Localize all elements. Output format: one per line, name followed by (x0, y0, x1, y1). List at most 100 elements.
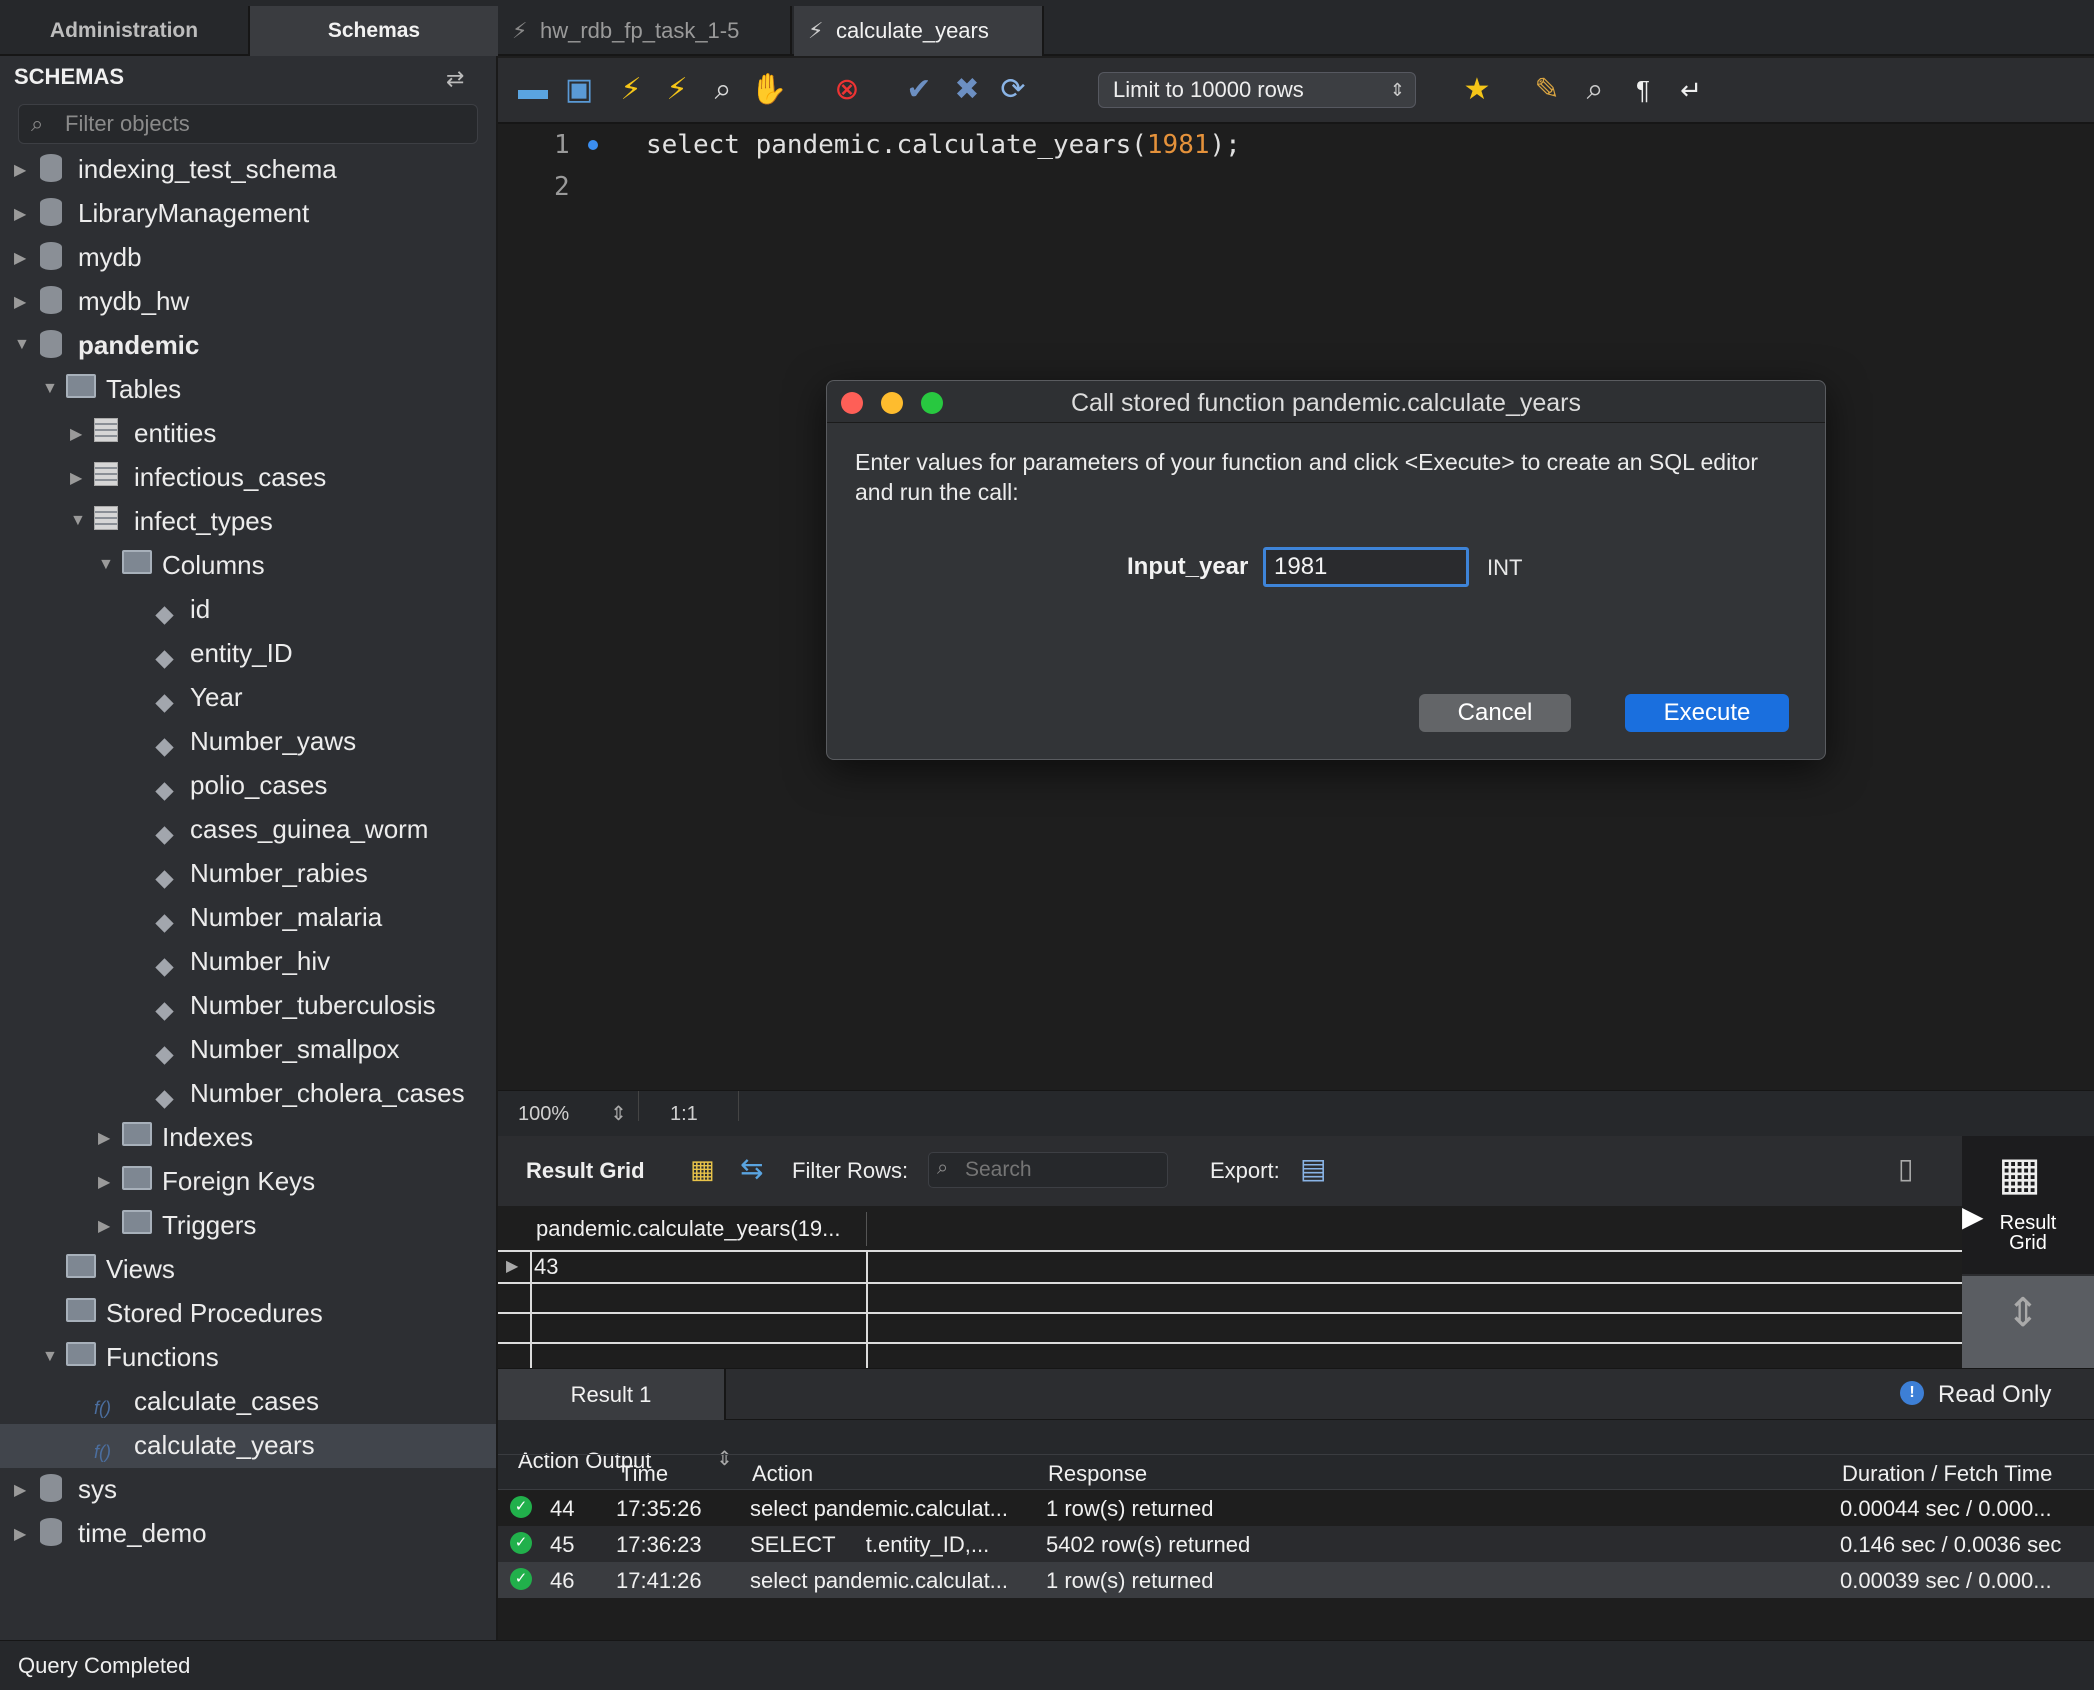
limit-rows-select[interactable]: Limit to 10000 rows ⇕ (1098, 72, 1416, 108)
save-icon[interactable]: ▣ (560, 70, 598, 110)
refresh-icon[interactable]: ⇄ (446, 66, 464, 92)
find-icon[interactable]: ⌕ (1576, 70, 1614, 110)
tree-item-schema[interactable]: ▶ LibraryManagement (0, 192, 496, 236)
expand-arrow-icon[interactable]: ▶ (70, 424, 82, 444)
tab-administration[interactable]: Administration (0, 6, 250, 56)
filter-objects-field[interactable]: ⌕ (18, 104, 478, 144)
scroll-views-button[interactable]: ⇕ (1962, 1276, 2094, 1368)
collapse-arrow-icon[interactable]: ▼ (98, 556, 114, 574)
column-header[interactable]: Duration / Fetch Time (1842, 1461, 2052, 1487)
tree-item-folder[interactable]: ▶ Indexes (0, 1116, 496, 1160)
tree-item-column[interactable]: id (0, 588, 496, 632)
expand-arrow-icon[interactable]: ▶ (98, 1172, 110, 1192)
tab-hw-rdb-fp-task[interactable]: ⚡ hw_rdb_fp_task_1-5 (498, 6, 792, 56)
expand-arrow-icon[interactable]: ▶ (70, 468, 82, 488)
tree-item-schema[interactable]: ▶ indexing_test_schema (0, 148, 496, 192)
tree-item-folder[interactable]: ▼ Functions (0, 1336, 496, 1380)
tree-item-column[interactable]: Number_rabies (0, 852, 496, 896)
stop-icon[interactable]: ✋ (750, 70, 788, 110)
filter-rows-search[interactable]: ⌕ (928, 1152, 1168, 1188)
tree-item-column[interactable]: entity_ID (0, 632, 496, 676)
collapse-arrow-icon[interactable]: ▼ (14, 336, 30, 354)
tree-item-column[interactable]: Number_tuberculosis (0, 984, 496, 1028)
expand-arrow-icon[interactable]: ▶ (14, 160, 26, 180)
tab-result-1[interactable]: Result 1 (498, 1369, 726, 1421)
execute-button[interactable]: Execute (1625, 694, 1789, 732)
cell-value[interactable]: 43 (534, 1254, 558, 1280)
tree-item-function[interactable]: f() calculate_cases (0, 1380, 496, 1424)
expand-arrow-icon[interactable]: ▶ (98, 1128, 110, 1148)
collapse-arrow-icon[interactable]: ▼ (42, 1348, 58, 1366)
tree-item-schema[interactable]: ▼ pandemic (0, 324, 496, 368)
expand-arrow-icon[interactable]: ▶ (14, 248, 26, 268)
output-row-selected[interactable]: ✓ 46 17:41:26 select pandemic.calculat..… (498, 1562, 2094, 1598)
zoom-level[interactable]: 100% (518, 1103, 569, 1126)
grid-view-icon[interactable]: ▦ (690, 1154, 715, 1185)
autocommit-icon[interactable]: ⟳ (994, 70, 1032, 110)
input-year-field[interactable] (1263, 547, 1469, 587)
tree-item-column[interactable]: Number_cholera_cases (0, 1072, 496, 1116)
toggle-panel-icon[interactable]: ▯ (1898, 1152, 1913, 1185)
collapse-arrow-icon[interactable]: ▼ (42, 380, 58, 398)
expand-arrow-icon[interactable]: ▶ (14, 292, 26, 312)
tree-item-function-selected[interactable]: f() calculate_years (0, 1424, 496, 1468)
toggle-error-icon[interactable]: ⊗ (828, 70, 866, 110)
expand-arrow-icon[interactable]: ▶ (14, 204, 26, 224)
status-text: Query Completed (18, 1653, 191, 1678)
execute-current-icon[interactable]: ⚡ (658, 70, 696, 110)
open-folder-icon[interactable]: ▬ (514, 70, 552, 110)
export-icon[interactable]: ▤ (1300, 1152, 1326, 1185)
tree-item-folder[interactable]: ▼ Tables (0, 368, 496, 412)
tree-item-column[interactable]: Number_malaria (0, 896, 496, 940)
tree-item-column[interactable]: Year (0, 676, 496, 720)
tree-item-schema[interactable]: ▶ time_demo (0, 1512, 496, 1556)
invisible-chars-icon[interactable]: ¶ (1624, 70, 1662, 110)
tree-item-column[interactable]: Number_yaws (0, 720, 496, 764)
star-icon[interactable]: ★ (1458, 70, 1496, 110)
result-grid[interactable]: pandemic.calculate_years(19... ▶ 43 (498, 1206, 1962, 1368)
tree-item-schema[interactable]: ▶ sys (0, 1468, 496, 1512)
zoom-stepper-icon[interactable]: ⇕ (610, 1101, 627, 1126)
tree-item-column[interactable]: cases_guinea_worm (0, 808, 496, 852)
execute-icon[interactable]: ⚡ (612, 70, 650, 110)
expand-arrow-icon[interactable]: ▶ (14, 1524, 26, 1544)
tab-schemas[interactable]: Schemas (250, 6, 498, 56)
tree-item-table[interactable]: ▶ entities (0, 412, 496, 456)
tree-item-column[interactable]: polio_cases (0, 764, 496, 808)
result-grid-view-button[interactable]: ▶ ▦ Result Grid (1962, 1136, 2094, 1274)
filter-objects-input[interactable] (65, 108, 465, 140)
expand-arrow-icon[interactable]: ▶ (98, 1216, 110, 1236)
tree-item-column[interactable]: Number_hiv (0, 940, 496, 984)
beautify-icon[interactable]: ✎ (1528, 70, 1566, 110)
result-toolbar: Result Grid ▦ ⇆ Filter Rows: ⌕ Export: ▤… (498, 1136, 1962, 1206)
wrap-lines-icon[interactable]: ↵ (1672, 70, 1710, 110)
output-row[interactable]: ✓ 45 17:36:23 SELECT t.entity_ID,... 540… (498, 1526, 2094, 1562)
expand-arrow-icon[interactable]: ▶ (14, 1480, 26, 1500)
tree-item-schema[interactable]: ▶ mydb_hw (0, 280, 496, 324)
tree-item-column[interactable]: Number_smallpox (0, 1028, 496, 1072)
tree-item-folder[interactable]: ▶ Foreign Keys (0, 1160, 496, 1204)
tree-item-folder[interactable]: ▼ Columns (0, 544, 496, 588)
column-header[interactable]: Action (752, 1461, 813, 1487)
refresh-results-icon[interactable]: ⇆ (740, 1152, 763, 1185)
column-header[interactable]: pandemic.calculate_years(19... (536, 1216, 841, 1242)
param-label: Input_year (1127, 553, 1249, 580)
tree-item-folder[interactable]: ▶ Triggers (0, 1204, 496, 1248)
collapse-arrow-icon[interactable]: ▼ (70, 512, 86, 530)
cancel-button[interactable]: Cancel (1419, 694, 1571, 732)
explain-icon[interactable]: ⌕ (704, 70, 742, 110)
tree-item-folder[interactable]: Stored Procedures (0, 1292, 496, 1336)
column-header[interactable]: Response (1048, 1461, 1147, 1487)
tree-item-schema[interactable]: ▶ mydb (0, 236, 496, 280)
rollback-icon[interactable]: ✖ (948, 70, 986, 110)
tree-item-folder[interactable]: Views (0, 1248, 496, 1292)
output-row[interactable]: ✓ 44 17:35:26 select pandemic.calculat..… (498, 1490, 2094, 1526)
table-row[interactable]: ▶ 43 (498, 1252, 1962, 1280)
tree-item-table[interactable]: ▼ infect_types (0, 500, 496, 544)
commit-icon[interactable]: ✔ (900, 70, 938, 110)
tree-item-table[interactable]: ▶ infectious_cases (0, 456, 496, 500)
filter-rows-input[interactable] (965, 1155, 1161, 1185)
tab-calculate-years[interactable]: ⚡ calculate_years (794, 6, 1044, 56)
column-header[interactable]: Time (620, 1461, 668, 1487)
column-icon (150, 1082, 174, 1113)
